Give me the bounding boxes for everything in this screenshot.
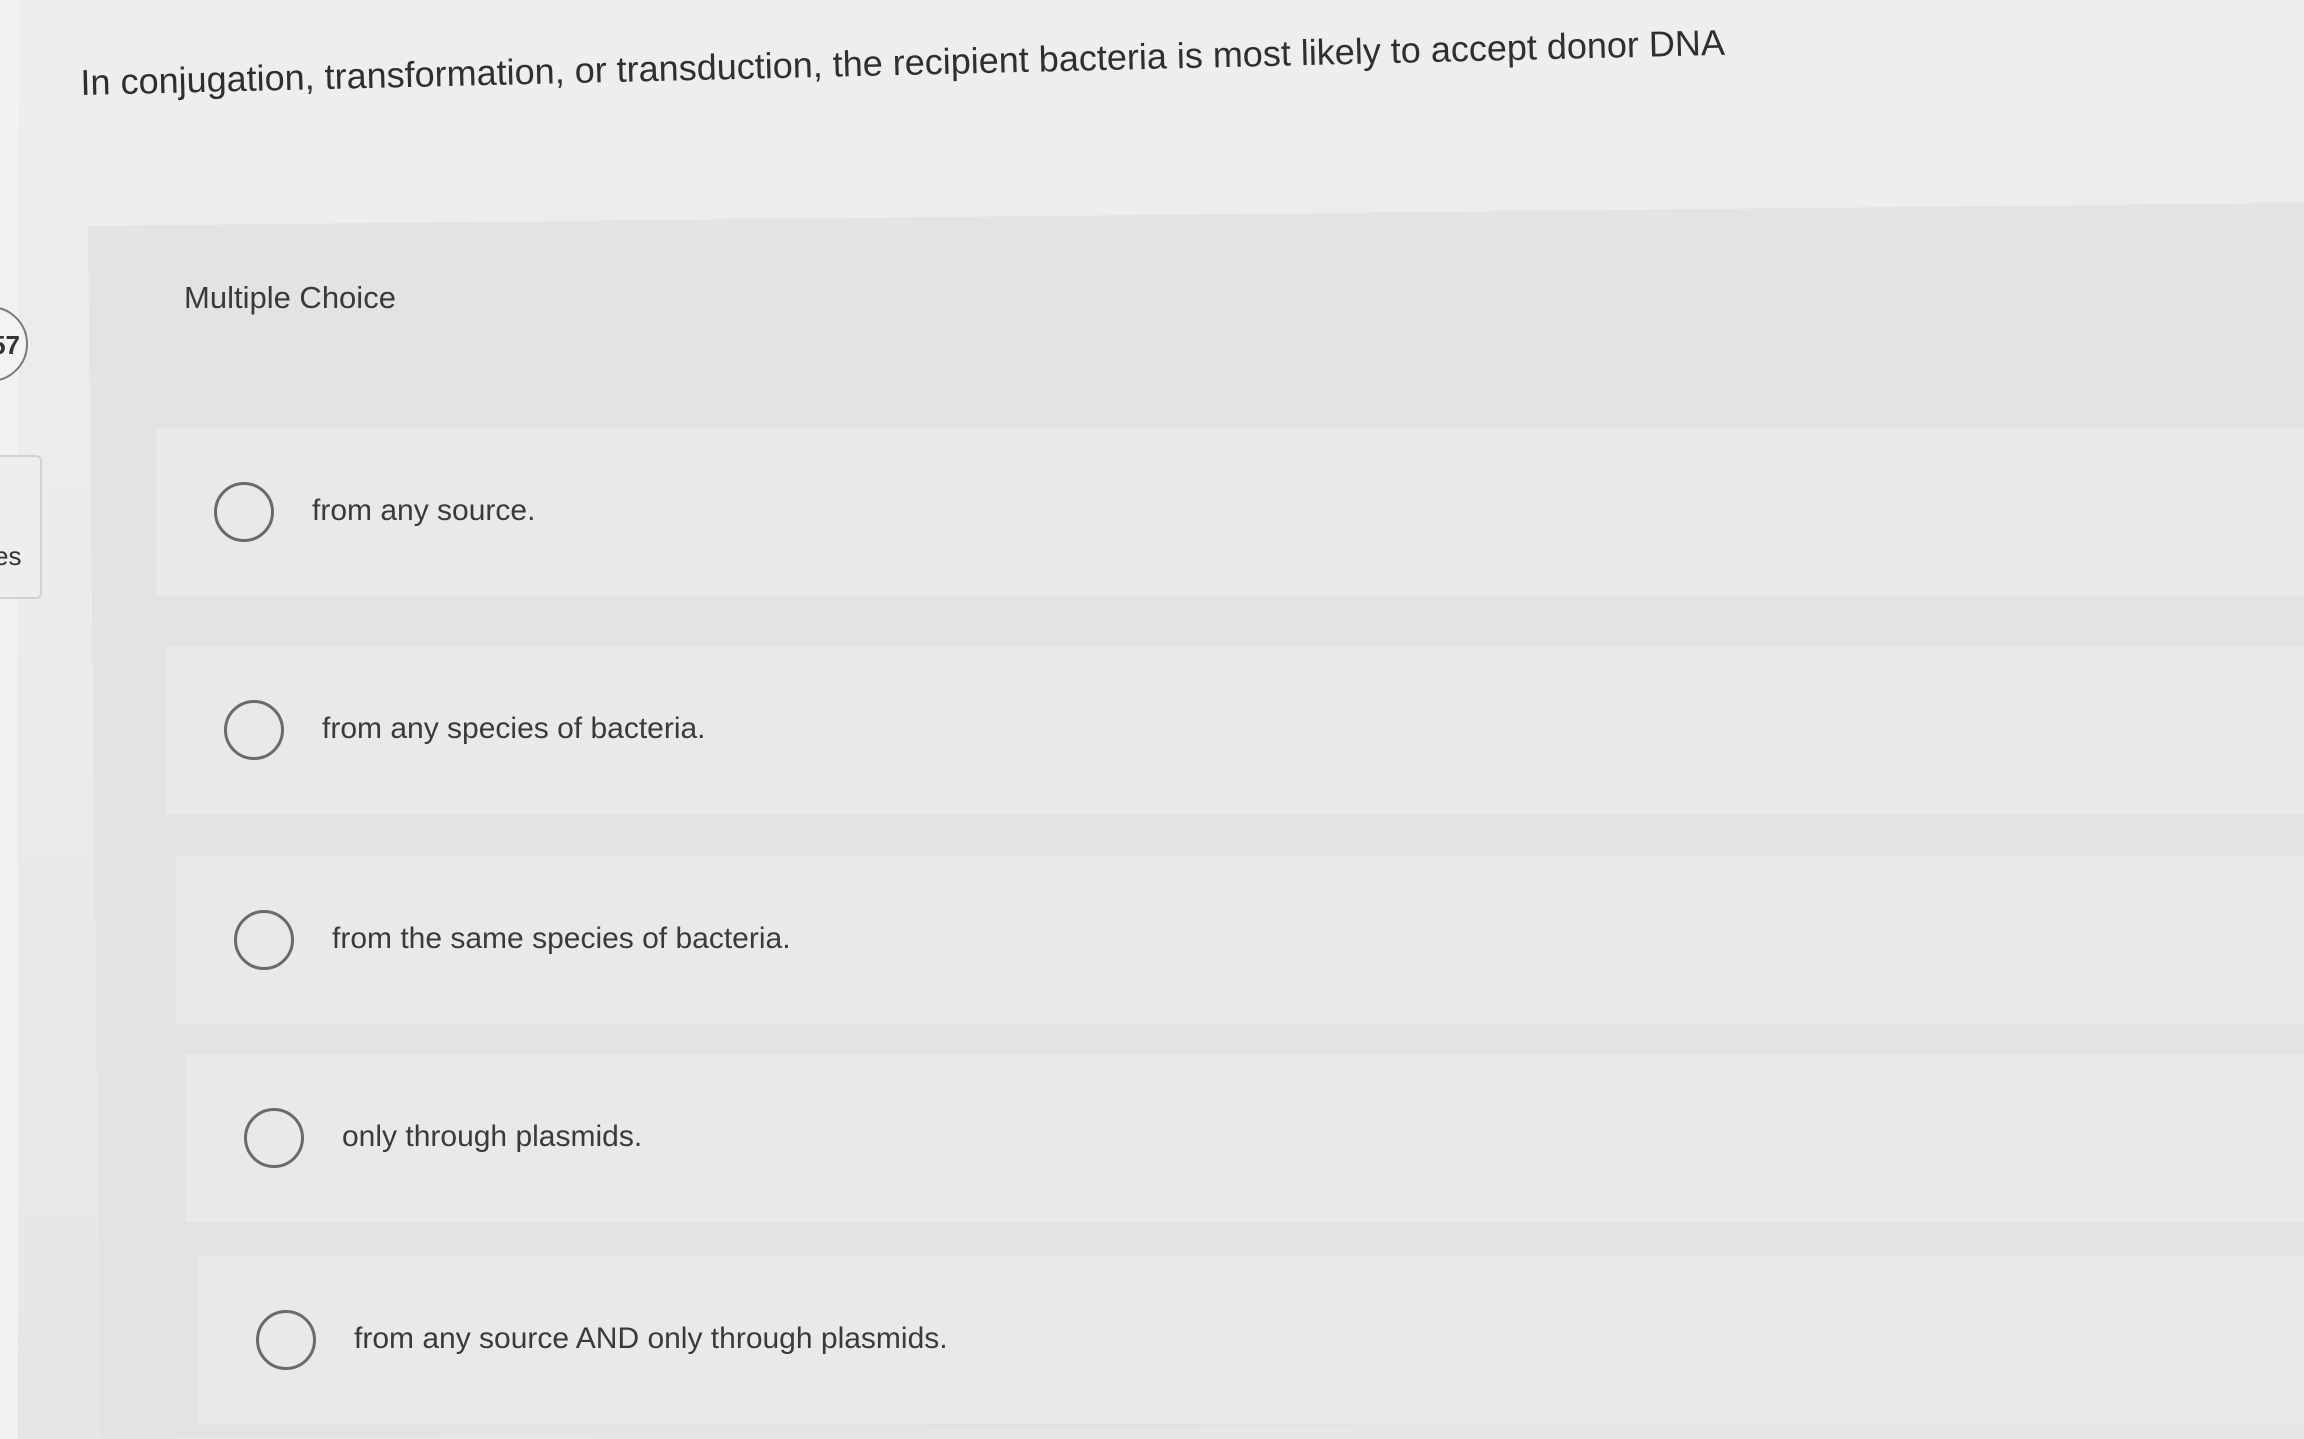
choices-panel — [88, 202, 2304, 1439]
choice-option[interactable]: only through plasmids. — [186, 1054, 2304, 1222]
choice-option[interactable]: from the same species of bacteria. — [176, 856, 2304, 1024]
radio-button[interactable] — [224, 700, 284, 760]
choice-option[interactable]: from any source. — [156, 428, 2304, 596]
question-number-badge[interactable]: 57 — [0, 306, 28, 382]
choice-label: from any source AND only through plasmid… — [354, 1322, 948, 1355]
side-tab[interactable]: es — [0, 455, 42, 599]
radio-button[interactable] — [256, 1310, 316, 1370]
question-number: 57 — [0, 330, 20, 360]
choices-heading: Multiple Choice — [184, 280, 396, 315]
page: 57 es In conjugation, transformation, or… — [0, 0, 2304, 1439]
radio-button[interactable] — [244, 1108, 304, 1168]
choice-label: from the same species of bacteria. — [332, 922, 791, 955]
choice-label: from any species of bacteria. — [322, 712, 706, 745]
radio-button[interactable] — [234, 910, 294, 970]
question-text: In conjugation, transformation, or trans… — [80, 21, 1726, 103]
choice-label: only through plasmids. — [342, 1120, 643, 1153]
choice-option[interactable]: from any source AND only through plasmid… — [198, 1256, 2304, 1424]
left-rail — [0, 0, 18, 1439]
choice-label: from any source. — [312, 494, 536, 527]
radio-button[interactable] — [214, 482, 274, 542]
side-tab-label: es — [0, 541, 22, 571]
choice-option[interactable]: from any species of bacteria. — [166, 646, 2304, 814]
